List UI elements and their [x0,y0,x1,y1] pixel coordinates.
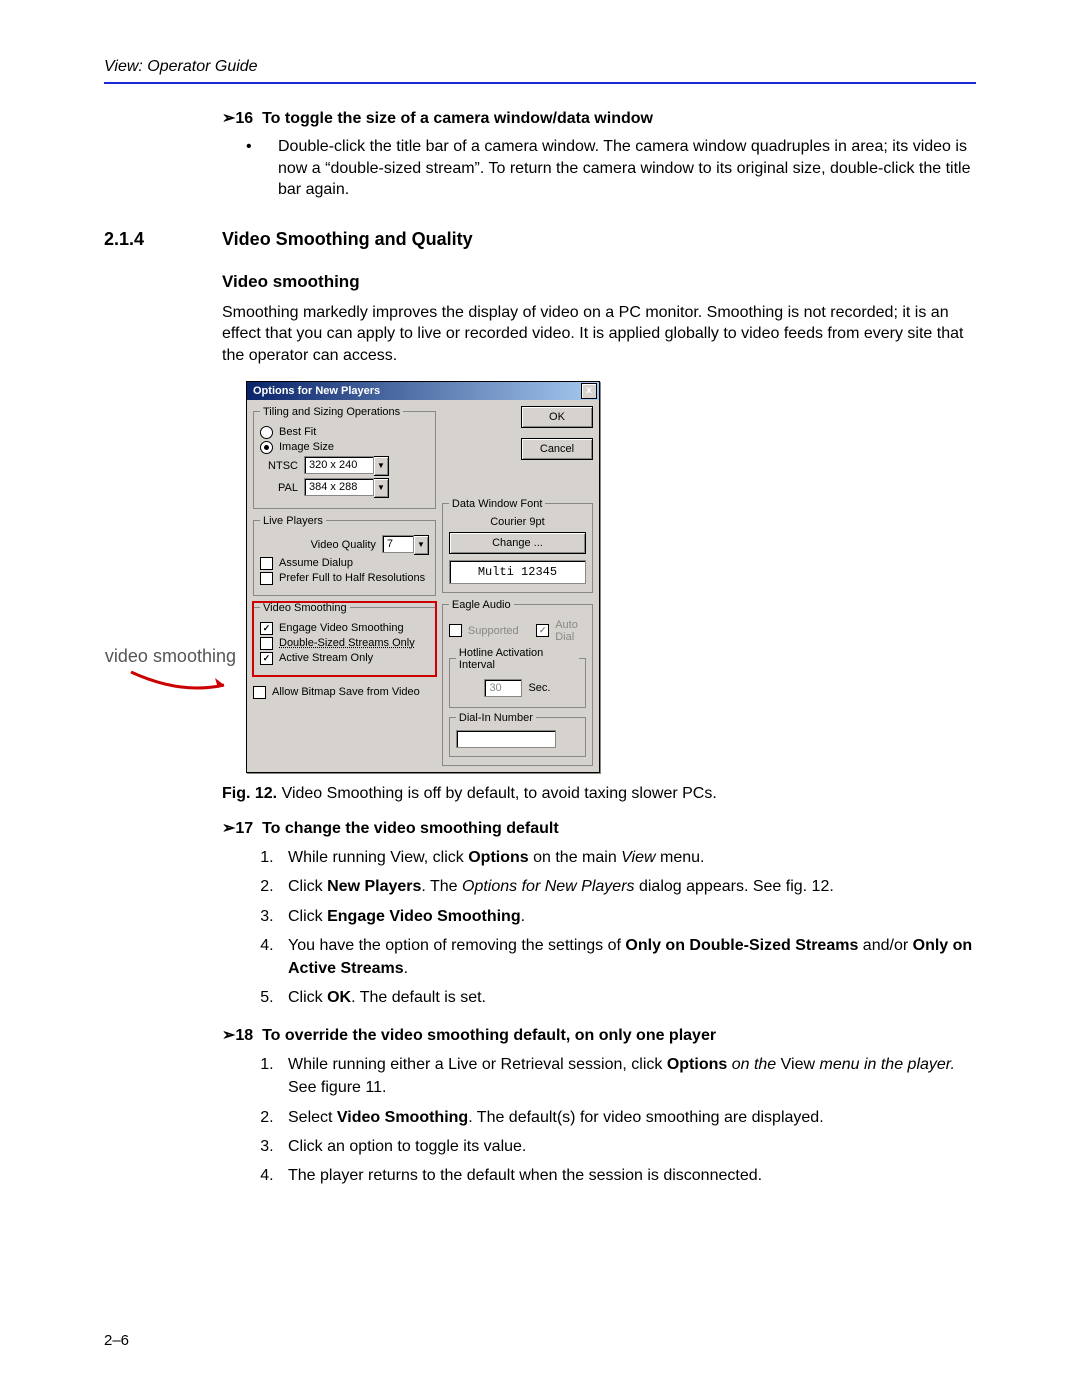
ntsc-label: NTSC [260,460,298,472]
hotline-group: Hotline Activation Interval 30 Sec. [449,647,586,708]
best-fit-label: Best Fit [279,426,316,438]
font-legend: Data Window Font [449,498,545,510]
chevron-down-icon: ▼ [374,456,389,476]
dialin-legend: Dial-In Number [456,712,536,724]
supported-label: Supported [468,625,519,637]
proc-17-step-5: Click OK. The default is set. [278,986,976,1009]
dialin-input[interactable] [456,730,556,748]
chevron-icon: ➢ [222,1027,235,1044]
image-size-label: Image Size [279,441,334,453]
proc-17-step-4: You have the option of removing the sett… [278,934,976,980]
proc-18-step-2: Select Video Smoothing. The default(s) f… [278,1106,976,1129]
chevron-icon: ➢ [222,820,235,837]
subsection-heading: Video smoothing [222,272,976,292]
engage-smoothing-checkbox[interactable] [260,622,273,635]
figure-caption: Fig. 12. Video Smoothing is off by defau… [222,783,976,805]
engage-smoothing-label: Engage Video Smoothing [279,622,404,634]
hotline-unit: Sec. [528,682,550,694]
double-sized-label: Double-Sized Streams Only [279,637,415,649]
smoothing-legend: Video Smoothing [260,602,350,614]
auto-dial-checkbox[interactable] [536,624,549,637]
proc-17-steps: While running View, click Options on the… [222,846,976,1009]
intro-paragraph: Smoothing markedly improves the display … [222,302,976,367]
caption-text: Video Smoothing is off by default, to av… [277,785,717,802]
pal-label: PAL [260,482,298,494]
dialog-close-button[interactable]: x [581,383,597,399]
proc-18-title: To override the video smoothing default,… [262,1027,716,1044]
proc-16-heading: ➢16 To toggle the size of a camera windo… [222,108,976,128]
assume-dialup-checkbox[interactable] [260,557,273,570]
font-current: Courier 9pt [449,516,586,528]
pal-value: 384 x 288 [304,478,374,496]
section-title: Video Smoothing and Quality [222,229,473,250]
data-window-font-group: Data Window Font Courier 9pt Change ... … [442,498,593,593]
callout-label: video smoothing [104,646,236,667]
section-number: 2.1.4 [104,229,222,250]
double-sized-checkbox[interactable] [260,637,273,650]
active-stream-label: Active Stream Only [279,652,373,664]
proc-17-step-1: While running View, click Options on the… [278,846,976,869]
live-legend: Live Players [260,515,326,527]
proc-17-title: To change the video smoothing default [262,820,559,837]
assume-dialup-label: Assume Dialup [279,557,353,569]
proc-17-step-2: Click New Players. The Options for New P… [278,875,976,898]
prefer-full-label: Prefer Full to Half Resolutions [279,572,425,584]
auto-dial-label: Auto Dial [555,619,586,643]
video-quality-label: Video Quality [260,539,376,551]
proc-16-bullet: Double-click the title bar of a camera w… [222,136,976,201]
live-players-group: Live Players Video Quality 7▼ Assume Dia… [253,515,436,596]
caption-prefix: Fig. 12. [222,785,277,802]
options-dialog: Options for New Players x Tiling and Siz… [246,381,600,773]
prefer-full-checkbox[interactable] [260,572,273,585]
proc-18-num: 18 [235,1027,253,1044]
proc-17-step-3: Click Engage Video Smoothing. [278,905,976,928]
dialin-group: Dial-In Number [449,712,586,757]
ntsc-dropdown[interactable]: 320 x 240▼ [304,456,389,476]
eagle-legend: Eagle Audio [449,599,514,611]
video-quality-dropdown[interactable]: 7▼ [382,535,429,555]
hotline-value[interactable]: 30 [484,679,522,697]
callout-arrow-icon [126,667,236,697]
dialog-titlebar: Options for New Players x [247,382,599,400]
page-number: 2–6 [104,1332,129,1349]
proc-18-steps: While running either a Live or Retrieval… [222,1053,976,1187]
best-fit-radio[interactable] [260,426,273,439]
tiling-group: Tiling and Sizing Operations Best Fit Im… [253,406,436,509]
change-font-button[interactable]: Change ... [449,532,586,554]
hotline-legend: Hotline Activation Interval [456,647,579,671]
pal-dropdown[interactable]: 384 x 288▼ [304,478,389,498]
chevron-icon: ➢ [222,110,235,127]
header-rule [104,82,976,84]
chevron-down-icon: ▼ [414,535,429,555]
ntsc-value: 320 x 240 [304,456,374,474]
running-header: View: Operator Guide [104,58,976,76]
eagle-audio-group: Eagle Audio Supported Auto Dial Hotline … [442,599,593,766]
cancel-button[interactable]: Cancel [521,438,593,460]
supported-checkbox[interactable] [449,624,462,637]
image-size-radio[interactable] [260,441,273,454]
font-preview: Multi 12345 [449,560,586,584]
proc-17-num: 17 [235,820,253,837]
proc-18-step-1: While running either a Live or Retrieval… [278,1053,976,1099]
proc-16-title: To toggle the size of a camera window/da… [262,110,653,127]
proc-18-step-4: The player returns to the default when t… [278,1164,976,1187]
ok-button[interactable]: OK [521,406,593,428]
video-quality-value: 7 [382,535,414,553]
allow-bitmap-label: Allow Bitmap Save from Video [272,686,420,698]
chevron-down-icon: ▼ [374,478,389,498]
section-heading: 2.1.4 Video Smoothing and Quality [104,229,976,250]
allow-bitmap-checkbox[interactable] [253,686,266,699]
proc-18-step-3: Click an option to toggle its value. [278,1135,976,1158]
proc-17-heading: ➢17 To change the video smoothing defaul… [222,818,976,838]
video-smoothing-group: Video Smoothing Engage Video Smoothing D… [253,602,436,676]
tiling-legend: Tiling and Sizing Operations [260,406,403,418]
proc-16-num: 16 [235,110,253,127]
dialog-title: Options for New Players [253,385,380,397]
proc-18-heading: ➢18 To override the video smoothing defa… [222,1025,976,1045]
active-stream-checkbox[interactable] [260,652,273,665]
